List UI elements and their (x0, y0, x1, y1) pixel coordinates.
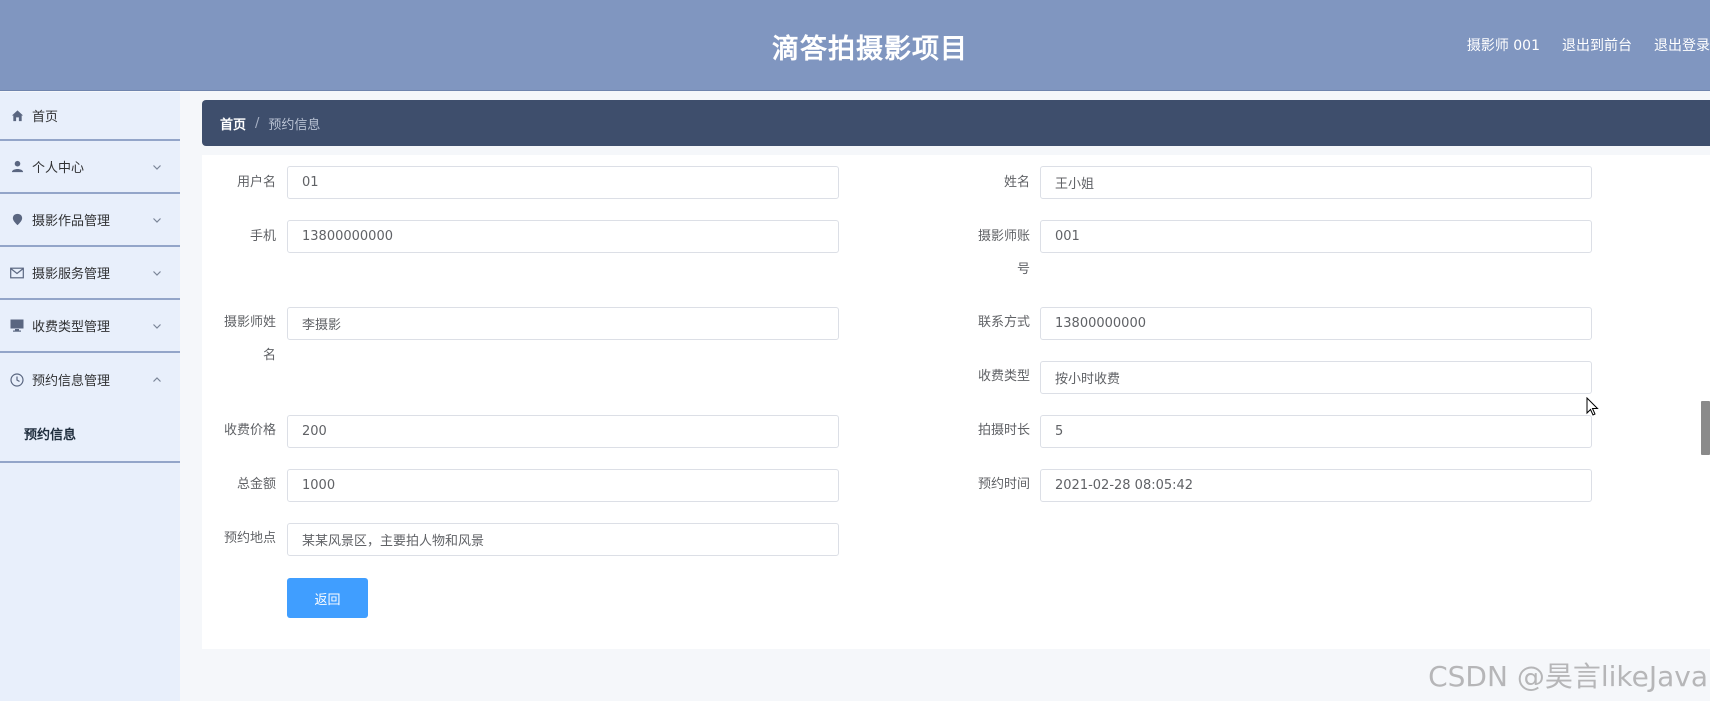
photographer-account-label-line2: 号 (1016, 262, 1030, 277)
phone-label: 手机 (249, 229, 276, 244)
sidebar-item-home[interactable]: 首页 (0, 92, 180, 141)
chevron-down-icon (152, 215, 162, 225)
back-button[interactable]: 返回 (287, 578, 368, 618)
sidebar-subitem-booking-info[interactable]: 预约信息 (0, 406, 180, 463)
fee-price-label: 收费价格 (223, 423, 276, 438)
fee-type-field[interactable]: 按小时收费 (1040, 361, 1592, 394)
photographer-name-field[interactable]: 李摄影 (287, 307, 839, 340)
total-field[interactable]: 1000 (287, 469, 839, 502)
chevron-down-icon (152, 268, 162, 278)
sidebar-item-personal-center[interactable]: 个人中心 (0, 141, 180, 194)
photographer-name-label-line1: 摄影师姓 (223, 315, 276, 330)
breadcrumb-home[interactable]: 首页 (220, 114, 246, 133)
photographer-name-label-line2: 名 (262, 348, 276, 363)
username-field[interactable]: 01 (287, 166, 839, 199)
photographer-account-field[interactable]: 001 (1040, 220, 1592, 253)
fee-price-field[interactable]: 200 (287, 415, 839, 448)
contact-label: 联系方式 (977, 315, 1030, 330)
breadcrumb-separator: / (255, 115, 260, 131)
contact-field[interactable]: 13800000000 (1040, 307, 1592, 340)
sidebar-item-photo-works[interactable]: 摄影作品管理 (0, 194, 180, 247)
back-to-front-link[interactable]: 退出到前台 (1562, 35, 1632, 55)
duration-label: 拍摄时长 (977, 423, 1030, 438)
total-label: 总金额 (236, 477, 276, 492)
scrollbar-thumb[interactable] (1701, 401, 1710, 455)
breadcrumb: 首页 / 预约信息 (202, 100, 1710, 146)
clock-icon (10, 372, 24, 387)
sidebar-item-label: 预约信息管理 (32, 374, 111, 389)
location-label: 预约地点 (223, 531, 276, 546)
name-field[interactable]: 王小姐 (1040, 166, 1592, 199)
home-icon (10, 109, 24, 123)
current-user: 摄影师 001 (1466, 38, 1540, 54)
booking-time-field[interactable]: 2021-02-28 08:05:42 (1040, 469, 1592, 502)
sidebar-item-fee-types[interactable]: 收费类型管理 (0, 300, 180, 353)
watermark: CSDN @昊言likeJava (1428, 660, 1708, 693)
username-label: 用户名 (236, 175, 276, 190)
sidebar: 首页 个人中心 摄影作品管理 摄影服务管理 收费类型管理 预约信息管理 预约信息 (0, 92, 180, 701)
chevron-up-icon (152, 375, 162, 385)
name-label: 姓名 (1003, 175, 1030, 190)
sidebar-item-label: 收费类型管理 (32, 320, 111, 335)
sidebar-item-label: 首页 (32, 110, 59, 125)
location-field[interactable]: 某某风景区，主要拍人物和风景 (287, 523, 839, 556)
top-header: 滴答拍摄影项目 摄影师 001 退出到前台 退出登录 (0, 0, 1710, 91)
booking-time-label: 预约时间 (977, 477, 1030, 492)
mouse-cursor-icon (1586, 396, 1600, 417)
phone-field[interactable]: 13800000000 (287, 220, 839, 253)
chevron-down-icon (152, 321, 162, 331)
location-icon (10, 213, 24, 227)
logout-link[interactable]: 退出登录 (1654, 35, 1710, 55)
monitor-icon (10, 319, 24, 333)
sidebar-item-label: 摄影服务管理 (32, 267, 111, 282)
fee-type-label: 收费类型 (977, 369, 1030, 384)
sidebar-item-label: 摄影作品管理 (32, 214, 111, 229)
duration-field[interactable]: 5 (1040, 415, 1592, 448)
breadcrumb-current: 预约信息 (268, 117, 321, 133)
sidebar-item-photo-services[interactable]: 摄影服务管理 (0, 247, 180, 300)
mail-icon (10, 266, 24, 280)
app-title: 滴答拍摄影项目 (772, 34, 968, 65)
header-actions: 摄影师 001 退出到前台 退出登录 (1467, 35, 1710, 55)
sidebar-item-label: 个人中心 (32, 161, 85, 176)
photographer-account-label-line1: 摄影师账 (977, 229, 1030, 244)
chevron-down-icon (152, 162, 162, 172)
sidebar-item-booking-management[interactable]: 预约信息管理 (0, 353, 180, 406)
user-icon (10, 160, 24, 174)
